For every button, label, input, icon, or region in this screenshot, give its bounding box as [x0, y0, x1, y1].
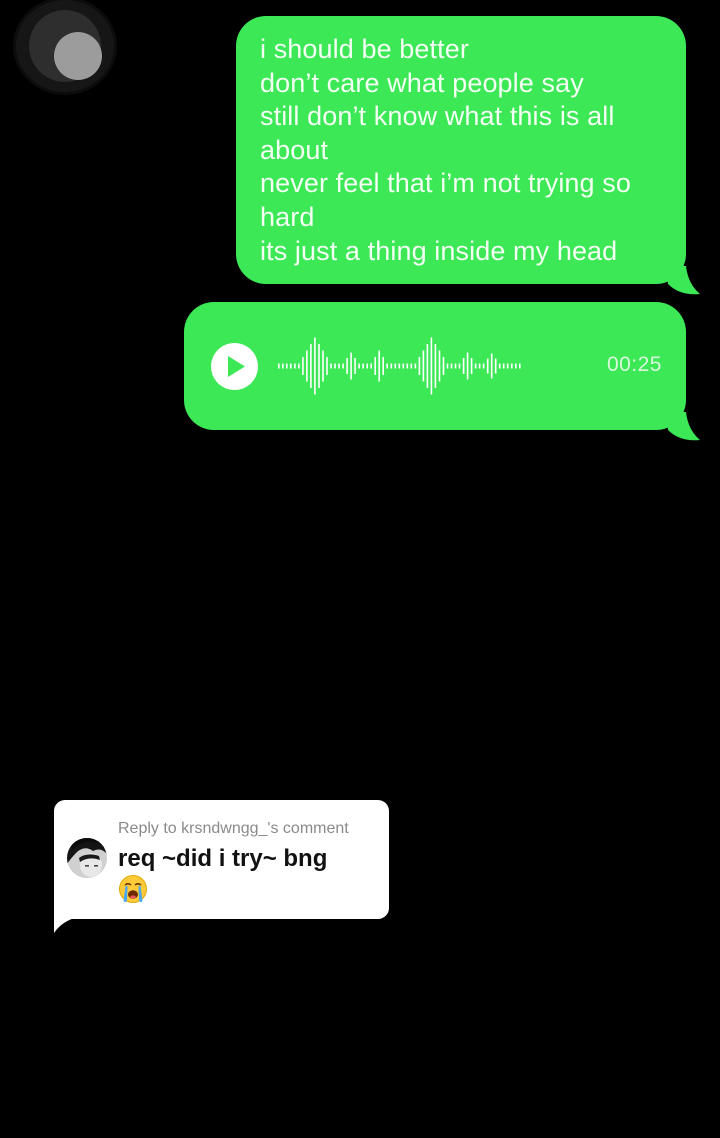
audio-waveform[interactable] [278, 334, 523, 398]
waveform-bar [358, 363, 360, 369]
waveform-bar [470, 358, 473, 374]
waveform-bar [515, 363, 517, 369]
waveform-bar [346, 358, 348, 374]
waveform-bar [354, 358, 356, 374]
waveform-bar [442, 357, 445, 375]
waveform-bar [498, 363, 501, 369]
waveform-bar [422, 350, 425, 382]
waveform-bar [278, 363, 280, 369]
waveform-bar [282, 363, 284, 369]
waveform-bar [330, 363, 332, 369]
play-button[interactable] [211, 343, 258, 390]
waveform-bar [402, 363, 405, 369]
waveform-bar [318, 344, 320, 388]
bubble-tail [666, 266, 700, 295]
waveform-bar [338, 363, 340, 369]
sent-message-bubble[interactable]: i should be better don’t care what peopl… [236, 16, 700, 295]
reply-comment-card[interactable]: Reply to krsndwngg_'s comment req ~did i… [54, 800, 389, 933]
waveform-bar [286, 363, 288, 369]
card-tail [54, 917, 78, 933]
waveform-bar [450, 363, 453, 369]
play-icon [228, 356, 245, 377]
waveform-bar [306, 350, 308, 382]
waveform-bar [446, 363, 449, 369]
assistive-touch-button[interactable] [16, 0, 114, 92]
message-text: i should be better don’t care what peopl… [260, 33, 672, 268]
message-line: still don’t know what this is all [260, 101, 615, 132]
assistive-touch-core [54, 32, 102, 80]
waveform-bar [298, 363, 300, 369]
bubble-tail [666, 412, 700, 441]
voice-duration: 00:25 [606, 353, 662, 376]
waveform-bar [486, 358, 489, 374]
waveform-bar [398, 363, 401, 369]
waveform-bar [374, 357, 376, 375]
waveform-bar [290, 363, 292, 369]
waveform-bar [362, 363, 364, 369]
message-line: its just a thing inside my head [260, 235, 618, 266]
waveform-bar [382, 357, 384, 375]
waveform-bar [430, 337, 433, 395]
waveform-bar [314, 337, 316, 395]
waveform-bar [519, 363, 521, 369]
message-line: about [260, 134, 329, 165]
reply-comment-text: req ~did i try~ bng [118, 845, 328, 872]
waveform-bar [462, 358, 465, 374]
waveform-bar [322, 350, 324, 382]
waveform-bar [458, 363, 461, 369]
waveform-bar [390, 363, 393, 369]
waveform-bar [474, 363, 477, 369]
waveform-bar [434, 344, 437, 388]
waveform-bar [478, 363, 481, 369]
waveform-bar [438, 350, 441, 382]
voice-message-bubble[interactable]: 00:25 [184, 302, 700, 441]
waveform-bar [466, 352, 469, 380]
waveform-bar [511, 363, 513, 369]
waveform-bar [326, 357, 328, 375]
waveform-bar [494, 358, 497, 374]
waveform-bar [386, 363, 388, 369]
waveform-bar [342, 363, 344, 369]
loudly-crying-face-icon [119, 875, 147, 903]
message-line: don’t care what people say [260, 67, 584, 98]
waveform-bar [294, 363, 296, 369]
message-line: hard [260, 201, 315, 232]
assistive-touch-ring [29, 10, 102, 82]
waveform-bar [490, 353, 493, 379]
waveform-bar [310, 344, 312, 388]
waveform-bar [378, 350, 380, 382]
waveform-bar [334, 363, 336, 369]
waveform-bar [370, 363, 372, 369]
waveform-bar [506, 363, 509, 369]
waveform-bar [418, 357, 421, 375]
waveform-bar [406, 363, 409, 369]
waveform-bar [502, 363, 505, 369]
waveform-bar [482, 363, 485, 369]
waveform-bar [426, 344, 429, 388]
waveform-bar [394, 363, 397, 369]
waveform-bar [366, 363, 368, 369]
waveform-bar [350, 352, 352, 380]
waveform-bar [410, 363, 413, 369]
waveform-bar [414, 363, 417, 369]
message-line: i should be better [260, 34, 469, 64]
commenter-avatar[interactable] [67, 838, 107, 878]
message-line: never feel that i’m not trying so [260, 168, 631, 199]
waveform-bar [454, 363, 457, 369]
waveform-bar [302, 357, 304, 375]
reply-label: Reply to krsndwngg_'s comment [118, 820, 349, 837]
